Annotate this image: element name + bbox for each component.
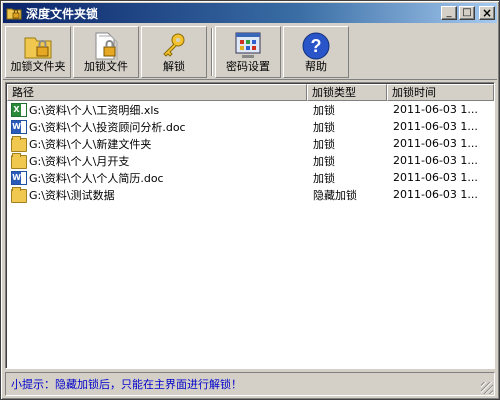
file-lock-icon <box>95 32 118 60</box>
row-lock-time: 2011-06-03 1... <box>393 154 478 167</box>
folder-icon <box>11 135 27 152</box>
password-settings-button[interactable]: 密码设置 <box>215 26 281 78</box>
row-lock-type: 加锁 <box>313 103 335 117</box>
row-lock-time: 2011-06-03 1... <box>393 103 478 116</box>
window-title: 深度文件夹锁 <box>26 6 99 21</box>
row-lock-type: 加锁 <box>313 120 335 134</box>
row-lock-type: 加锁 <box>313 154 335 168</box>
toolbar: 加锁文件夹 加锁文件 解锁 密码设置 ? 帮助 <box>3 24 497 80</box>
column-header-path[interactable]: 路径 <box>7 84 307 101</box>
row-path: G:\资料\个人\工资明细.xls <box>29 103 160 117</box>
list-row[interactable]: G:\资料\个人\新建文件夹 加锁 2011-06-03 1... <box>7 135 494 152</box>
column-header-lock-time[interactable]: 加锁时间 <box>387 84 494 101</box>
status-tip: 小提示：隐藏加锁后，只能在主界面进行解锁！ <box>11 378 242 391</box>
list-row[interactable]: G:\资料\个人\工资明细.xls 加锁 2011-06-03 1... <box>7 101 494 118</box>
maximize-icon: □ <box>462 7 472 18</box>
row-path: G:\资料\个人\投资顾问分析.doc <box>29 120 186 134</box>
row-lock-type: 加锁 <box>313 171 335 185</box>
folder-lock-icon <box>24 37 52 59</box>
svg-text:?: ? <box>311 36 322 56</box>
row-lock-time: 2011-06-03 1... <box>393 188 478 201</box>
folder-lock-app-icon <box>6 5 22 21</box>
resize-grip[interactable] <box>481 382 493 394</box>
minimize-button[interactable]: _ <box>441 6 457 20</box>
folder-icon <box>11 186 27 203</box>
row-path: G:\资料\测试数据 <box>29 188 115 202</box>
column-header-lock-type[interactable]: 加锁类型 <box>307 84 387 101</box>
word-file-icon <box>11 119 27 134</box>
lock-folder-button[interactable]: 加锁文件夹 <box>5 26 71 78</box>
locked-items-list[interactable]: 路径 加锁类型 加锁时间 G:\资料\个人\工资明细.xls 加锁 2011-0… <box>5 82 495 369</box>
close-button[interactable]: × <box>479 6 495 20</box>
maximize-button[interactable]: □ <box>459 6 475 20</box>
row-path: G:\资料\个人\新建文件夹 <box>29 137 152 151</box>
list-rows: G:\资料\个人\工资明细.xls 加锁 2011-06-03 1... G:\… <box>7 101 494 203</box>
unlock-button[interactable]: 解锁 <box>141 26 207 78</box>
folder-icon <box>11 152 27 169</box>
row-lock-type: 隐藏加锁 <box>313 188 357 202</box>
list-header: 路径 加锁类型 加锁时间 <box>7 84 494 101</box>
excel-file-icon <box>11 102 27 117</box>
close-icon: × <box>481 6 493 20</box>
row-lock-type: 加锁 <box>313 137 335 151</box>
app-window: 深度文件夹锁 _ □ × 加锁文件夹 加锁文件 解锁 密码设置 ? 帮助 路径 … <box>0 0 500 400</box>
lock-file-button[interactable]: 加锁文件 <box>73 26 139 78</box>
list-row[interactable]: G:\资料\个人\个人简历.doc 加锁 2011-06-03 1... <box>7 169 494 186</box>
list-row[interactable]: G:\资料\个人\投资顾问分析.doc 加锁 2011-06-03 1... <box>7 118 494 135</box>
settings-panel-icon <box>235 32 261 58</box>
minimize-icon: _ <box>446 7 452 18</box>
row-path: G:\资料\个人\个人简历.doc <box>29 171 164 185</box>
row-lock-time: 2011-06-03 1... <box>393 137 478 150</box>
row-lock-time: 2011-06-03 1... <box>393 171 478 184</box>
row-path: G:\资料\个人\月开支 <box>29 154 130 168</box>
help-button[interactable]: ? 帮助 <box>283 26 349 78</box>
list-row[interactable]: G:\资料\测试数据 隐藏加锁 2011-06-03 1... <box>7 186 494 203</box>
list-row[interactable]: G:\资料\个人\月开支 加锁 2011-06-03 1... <box>7 152 494 169</box>
key-icon <box>163 33 185 57</box>
title-bar[interactable]: 深度文件夹锁 _ □ × <box>3 3 497 23</box>
help-icon: ? <box>302 32 330 60</box>
status-bar: 小提示：隐藏加锁后，只能在主界面进行解锁！ <box>5 372 495 396</box>
word-file-icon <box>11 170 27 185</box>
toolbar-separator <box>211 28 213 76</box>
row-lock-time: 2011-06-03 1... <box>393 120 478 133</box>
